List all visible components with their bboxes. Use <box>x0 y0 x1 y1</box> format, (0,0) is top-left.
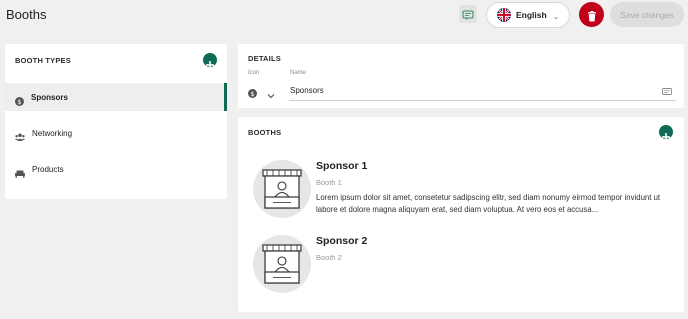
svg-text:$: $ <box>17 98 21 106</box>
chevron-down-icon: ⌄ <box>552 12 560 21</box>
plus-icon <box>206 56 214 69</box>
booth-title: Sponsor 2 <box>316 235 368 247</box>
booth-types-title: BOOTH TYPES <box>15 56 71 65</box>
svg-text:$: $ <box>250 90 254 98</box>
plus-icon <box>662 128 670 141</box>
booth-illustration-icon <box>253 160 311 218</box>
icon-select[interactable]: $ <box>248 83 280 99</box>
people-icon <box>15 129 25 141</box>
translate-button[interactable] <box>459 5 477 23</box>
booth-type-label: Products <box>32 164 64 174</box>
language-label: English <box>516 10 547 20</box>
language-dropdown[interactable]: English ⌄ <box>486 2 570 28</box>
name-field-label: Name <box>290 70 307 76</box>
booth-type-label: Networking <box>32 128 73 138</box>
icon-field-label: Icon <box>248 70 260 76</box>
translate-icon[interactable] <box>662 84 672 95</box>
trash-icon <box>587 9 597 22</box>
name-input[interactable]: Sponsors <box>290 86 324 95</box>
add-booth-button[interactable] <box>659 125 673 141</box>
booth-subtitle: Booth 1 <box>316 178 342 187</box>
booths-title: BOOTHS <box>248 128 282 137</box>
booth-item[interactable]: Sponsor 2 Booth 2 <box>253 235 678 297</box>
booth-subtitle: Booth 2 <box>316 253 342 262</box>
booth-title: Sponsor 1 <box>316 160 368 172</box>
booth-type-item-products[interactable]: Products <box>5 155 227 183</box>
add-booth-type-button[interactable] <box>203 53 217 69</box>
booths-panel: BOOTHS Sponsor 1 Booth 1 Lorem ipsum dol… <box>238 117 684 312</box>
delete-button[interactable] <box>579 2 604 27</box>
details-panel: DETAILS Icon Name $ Sponsors <box>238 44 684 108</box>
booth-description: Lorem ipsum dolor sit amet, consetetur s… <box>316 193 661 214</box>
booth-illustration-icon <box>253 235 311 293</box>
booth-types-panel: BOOTH TYPES $ Sponsors Networking Produc… <box>5 44 227 199</box>
dollar-circle-icon: $ <box>248 85 257 98</box>
name-input-underline <box>289 100 676 101</box>
couch-icon <box>15 165 25 178</box>
booth-type-item-networking[interactable]: Networking <box>5 119 227 147</box>
booth-item[interactable]: Sponsor 1 Booth 1 Lorem ipsum dolor sit … <box>253 160 678 222</box>
booth-type-label: Sponsors <box>31 92 68 102</box>
booth-type-item-sponsors[interactable]: $ Sponsors <box>5 83 227 111</box>
details-title: DETAILS <box>248 54 281 63</box>
dollar-circle-icon: $ <box>15 93 24 106</box>
uk-flag-icon <box>497 8 511 22</box>
chevron-down-icon <box>267 86 275 99</box>
translate-icon <box>462 8 474 20</box>
page-title: Booths <box>6 7 47 22</box>
save-changes-button[interactable]: Save changes <box>610 2 684 27</box>
